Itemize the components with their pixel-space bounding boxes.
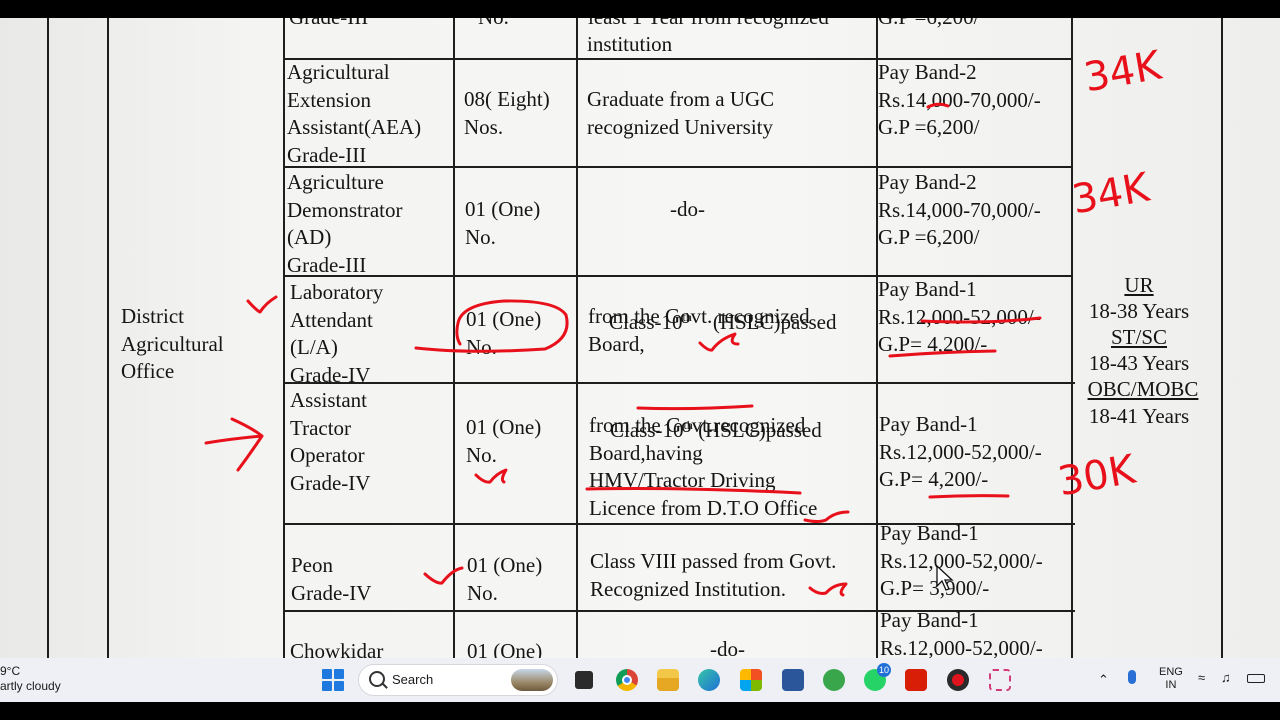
speaker-icon[interactable]: ♫ [1221,670,1231,685]
search-label: Search [392,672,434,687]
vacancy-circle-la [414,299,569,353]
taskbar-search-box[interactable]: Search [358,664,558,696]
checkmark-la-qualification [698,332,740,352]
search-highlight-image [511,669,553,691]
record-icon[interactable] [947,669,969,691]
chrome-icon[interactable] [616,669,638,691]
checkmark-ato-licence [803,510,850,523]
checkmark-peon-left [423,566,464,585]
weather-widget[interactable]: 9°C artly cloudy [0,664,61,694]
checkmark-peon-qualification [808,582,848,597]
language-indicator[interactable]: ENG IN [1159,666,1183,692]
microphone-icon[interactable] [1128,670,1136,684]
pen-annotations [204,102,1042,597]
wifi-icon[interactable]: ≈ [1198,670,1205,685]
arrow-ato [204,417,264,472]
weather-temperature: 9°C [0,664,21,678]
checkmark-ato-vacancy [474,468,508,484]
notification-badge: 10 [877,663,891,677]
acrobat-icon[interactable] [905,669,927,691]
pay-underline-aea [926,102,950,109]
windows-start-icon[interactable] [322,669,344,691]
mouse-cursor [936,564,954,591]
taskbar: 9°C artly cloudy Search 10 ⌃ ENG IN ≈ ♫ [0,658,1280,702]
file-explorer-icon[interactable] [657,669,679,691]
utorrent-icon[interactable] [823,669,845,691]
microsoft-store-icon[interactable] [740,669,762,691]
snipping-tool-icon[interactable] [989,669,1011,691]
pay-underline-la [920,316,1042,324]
search-icon [369,671,385,687]
hmv-underline-ato [585,487,802,495]
weather-description: artly cloudy [0,679,61,693]
battery-icon[interactable] [1247,674,1265,683]
letterbox-bottom [0,702,1280,720]
letterbox-top [0,0,1280,18]
region-code: IN [1165,679,1177,691]
document-page: Grade-III No. least 1 Year from recogniz… [0,18,1280,658]
edge-icon[interactable] [698,669,720,691]
language-code: ENG [1159,666,1183,678]
gp-underline-ato [928,494,1010,499]
chevron-up-icon[interactable]: ⌃ [1098,672,1109,688]
word-icon[interactable] [782,669,804,691]
class10-underline-ato [636,404,754,411]
task-view-icon[interactable] [575,671,593,689]
checkmark-la-left [246,295,278,314]
gp-underline-la [888,349,997,358]
